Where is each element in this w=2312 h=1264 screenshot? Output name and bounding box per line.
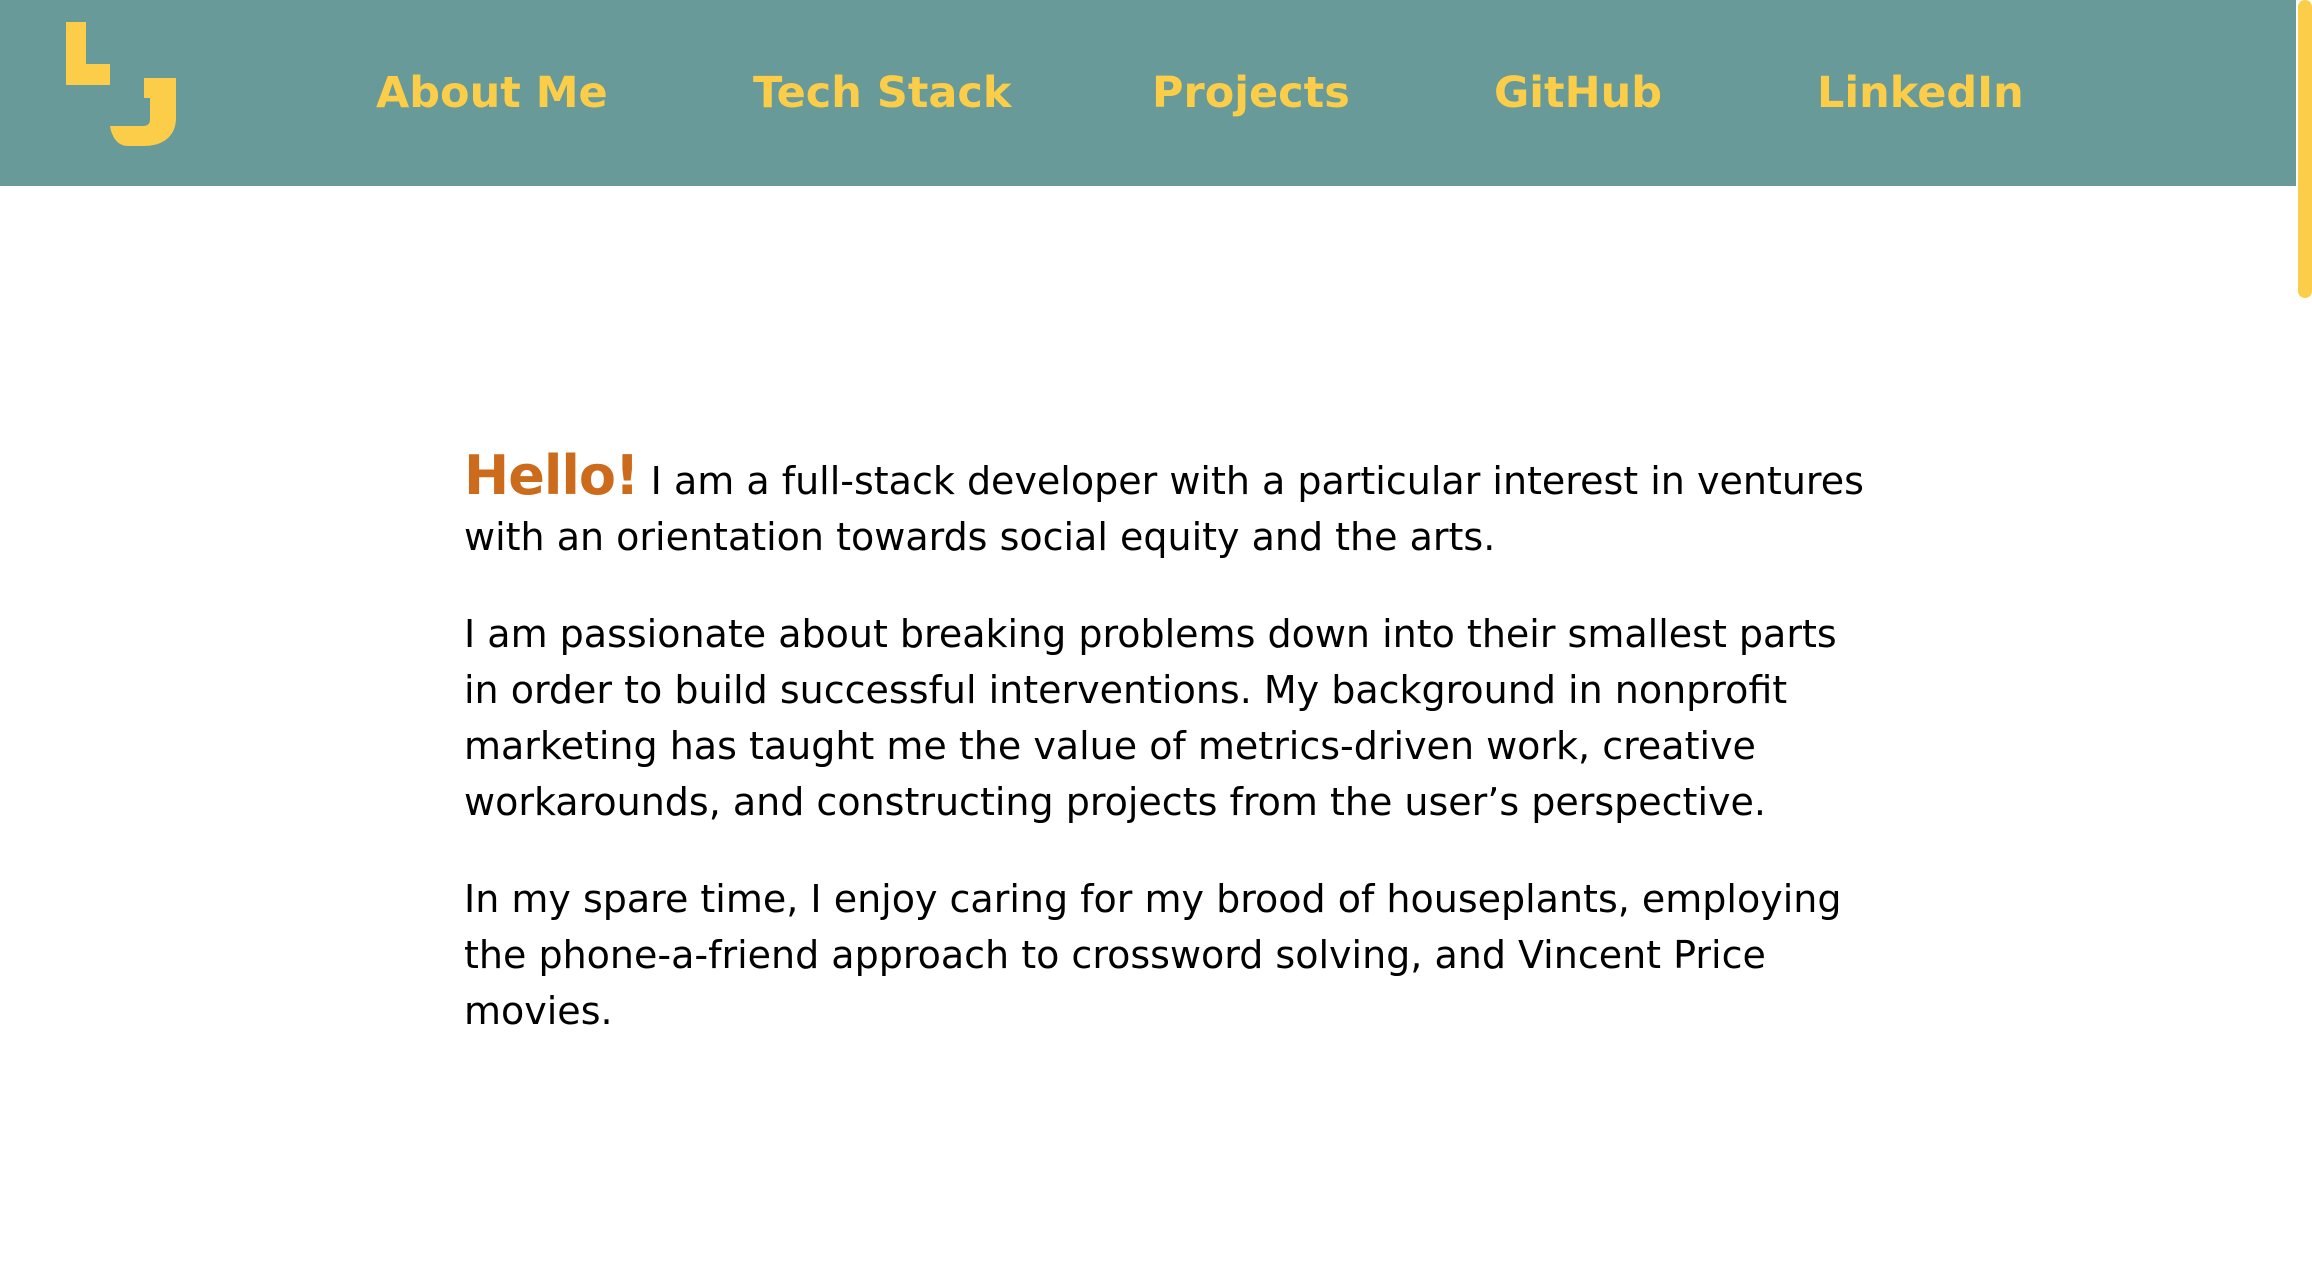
nav-tech-stack[interactable]: Tech Stack bbox=[753, 62, 1011, 124]
site-header: About Me Tech Stack Projects GitHub Link… bbox=[0, 0, 2296, 186]
nav-linkedin[interactable]: LinkedIn bbox=[1817, 62, 2024, 124]
hobbies-paragraph: In my spare time, I enjoy caring for my … bbox=[464, 877, 1842, 1033]
lj-logo[interactable] bbox=[66, 22, 180, 146]
scrollbar-thumb[interactable] bbox=[2298, 0, 2312, 298]
background-paragraph: I am passionate about breaking problems … bbox=[464, 612, 1837, 824]
intro-text: I am a full-stack developer with a parti… bbox=[464, 459, 1864, 559]
page: About Me Tech Stack Projects GitHub Link… bbox=[0, 0, 2312, 1264]
intro-paragraph: Hello! I am a full-stack developer with … bbox=[464, 448, 1864, 565]
nav-about-me[interactable]: About Me bbox=[376, 62, 608, 124]
about-section: Hello! I am a full-stack developer with … bbox=[464, 448, 1864, 1080]
greeting-heading: Hello! bbox=[464, 444, 640, 507]
nav-github[interactable]: GitHub bbox=[1494, 62, 1662, 124]
scrollbar-track[interactable] bbox=[2296, 0, 2312, 1264]
nav-projects[interactable]: Projects bbox=[1152, 62, 1350, 124]
